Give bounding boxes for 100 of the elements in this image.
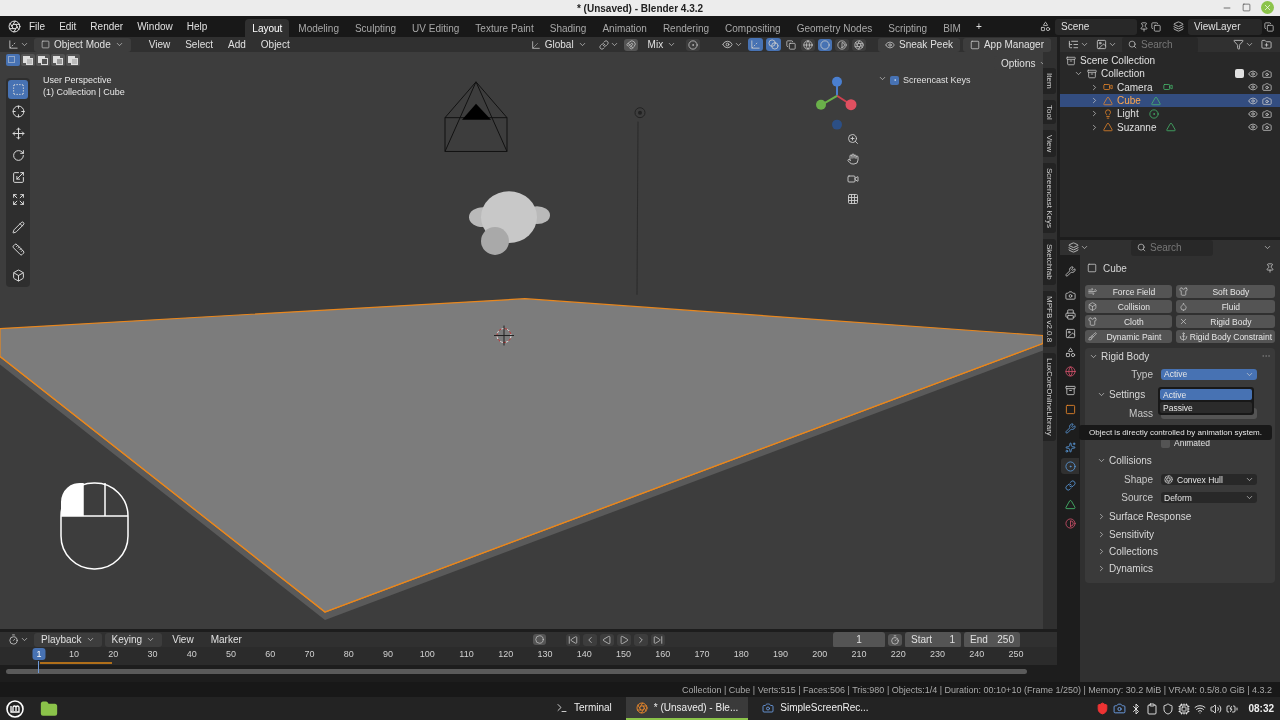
sidebar-tab[interactable]: View xyxy=(1043,130,1056,158)
menu-item[interactable]: Select xyxy=(179,37,219,52)
physics-button[interactable]: Dynamic Paint xyxy=(1085,330,1172,343)
tree-item[interactable]: Scene Collection xyxy=(1080,55,1156,67)
view-layer-field[interactable]: ViewLayer xyxy=(1188,18,1262,35)
workspace-tab[interactable]: Modeling xyxy=(291,18,346,37)
playhead[interactable]: 1 xyxy=(32,648,46,660)
workspace-tab[interactable]: Rendering xyxy=(655,18,717,37)
frame-number: 190 xyxy=(773,649,788,659)
menu-option[interactable]: Passive xyxy=(1160,402,1252,413)
menu-item[interactable]: Keying xyxy=(104,632,163,647)
physics-button[interactable]: Soft Body xyxy=(1175,285,1275,298)
field-label: Shape xyxy=(1123,474,1153,485)
panel-header[interactable]: Rigid Body xyxy=(1089,350,1150,362)
tooltip: Object is directly controlled by animation system. xyxy=(1079,425,1272,440)
tree-item[interactable]: Light xyxy=(1117,108,1139,120)
frame-number: 20 xyxy=(108,649,119,659)
workspace-tab[interactable]: Layout xyxy=(245,18,290,37)
physics-button[interactable]: Force Field xyxy=(1085,285,1172,298)
field-label: Start xyxy=(911,634,933,645)
frame-number: 110 xyxy=(459,649,474,659)
orientation-dropdown[interactable]: Global xyxy=(523,37,594,52)
taskbar-button[interactable]: * (Unsaved) - Ble... xyxy=(625,697,749,720)
tree-row[interactable]: Cube xyxy=(1060,93,1280,108)
workspace-tab[interactable]: Shading xyxy=(542,18,594,37)
frame-number: 180 xyxy=(733,649,749,659)
subpanel-header[interactable]: Sensitivity xyxy=(1097,529,1154,540)
workspace-tab[interactable]: Sculpting xyxy=(347,18,404,37)
tree-row[interactable]: Suzanne xyxy=(1060,120,1280,134)
field-value: 250 xyxy=(997,634,1014,645)
checkbox-label: Animated xyxy=(1174,438,1210,448)
sidebar-tab[interactable]: Sketchfab xyxy=(1043,239,1056,286)
tree-item[interactable]: Suzanne xyxy=(1117,121,1157,133)
menu-item[interactable]: Help xyxy=(180,19,214,34)
frame-number: 130 xyxy=(537,649,553,659)
physics-button[interactable]: Collision xyxy=(1085,300,1172,313)
workspace-tab[interactable]: Scripting xyxy=(881,18,935,37)
taskbar-button[interactable]: Terminal xyxy=(546,697,622,720)
sidebar-tab[interactable]: LuxCoreOnlineLibrary xyxy=(1043,353,1056,442)
mode-dropdown[interactable]: Object Mode xyxy=(34,37,131,52)
tree-item[interactable]: Camera xyxy=(1117,81,1153,93)
workspace-tab[interactable]: Texture Paint xyxy=(468,18,541,37)
header-button[interactable]: App Manager xyxy=(962,37,1051,52)
physics-button[interactable]: Cloth xyxy=(1085,315,1172,328)
menu-item[interactable]: Object xyxy=(254,37,296,52)
menu-item[interactable]: Playback xyxy=(34,632,102,647)
menu-item[interactable]: File xyxy=(23,19,52,34)
tree-item[interactable]: Collection xyxy=(1101,68,1145,80)
current-frame-field[interactable]: 1 xyxy=(833,631,885,648)
menu-item[interactable]: Add xyxy=(222,37,252,52)
subpanel-header[interactable]: Collisions xyxy=(1097,454,1152,466)
header-button[interactable]: Sneak Peek xyxy=(878,37,960,52)
clock[interactable]: 08:32 xyxy=(1248,703,1274,714)
menu-option[interactable]: Active xyxy=(1160,389,1252,400)
physics-button[interactable]: Rigid Body xyxy=(1175,315,1275,328)
sidebar-tab[interactable]: Item xyxy=(1043,68,1056,94)
field-value: 1 xyxy=(949,634,955,645)
add-workspace-button[interactable]: + xyxy=(969,19,988,34)
view-name: User Perspective xyxy=(43,74,113,86)
workspace-tab[interactable]: BIM xyxy=(936,18,968,37)
window-title: * (Unsaved) - Blender 4.3.2 xyxy=(576,2,704,14)
shape-dropdown[interactable]: Convex Hull xyxy=(1161,474,1257,485)
tree-row[interactable]: Camera xyxy=(1060,80,1280,94)
subpanel-header[interactable]: Settings xyxy=(1097,388,1146,400)
field-label: Source xyxy=(1120,492,1153,503)
workspace-tab[interactable]: UV Editing xyxy=(405,18,467,37)
sidebar-tab[interactable]: Screencast Keys xyxy=(1043,163,1056,234)
subpanel-header[interactable]: Surface Response xyxy=(1097,510,1192,522)
physics-button[interactable]: Fluid xyxy=(1175,300,1275,313)
physics-button[interactable]: Rigid Body Constraint xyxy=(1175,330,1275,343)
start-frame-field[interactable]: Start 1 xyxy=(905,631,961,648)
end-frame-field[interactable]: End 250 xyxy=(964,631,1020,648)
sidebar-tab[interactable]: MPFB v2.0.8 xyxy=(1043,291,1056,348)
frame-number: 140 xyxy=(576,649,592,659)
sidebar-tab[interactable]: Tool xyxy=(1043,99,1056,125)
frame-number: 240 xyxy=(969,649,985,659)
frame-number: 150 xyxy=(616,649,631,659)
snap-target-dropdown[interactable]: Mix xyxy=(640,37,684,52)
workspace-tab[interactable]: Geometry Nodes xyxy=(789,18,880,37)
frame-number: 170 xyxy=(694,649,710,659)
scene-field[interactable]: Scene xyxy=(1055,18,1137,35)
menu-item[interactable]: Edit xyxy=(53,19,83,34)
workspace-tab[interactable]: Compositing xyxy=(718,18,788,37)
frame-number: 90 xyxy=(383,649,393,659)
frame-number: 100 xyxy=(419,649,435,659)
tree-row[interactable]: Light xyxy=(1060,107,1280,121)
menu-item[interactable]: View xyxy=(142,37,177,52)
subpanel-header[interactable]: Collections xyxy=(1097,546,1158,557)
taskbar-button[interactable]: SimpleScreenRec... xyxy=(752,697,879,720)
menu-item[interactable]: Render xyxy=(84,19,130,34)
menu-item[interactable]: Window xyxy=(131,19,179,34)
type-dropdown[interactable]: Active xyxy=(1161,368,1257,380)
subpanel-header[interactable]: Dynamics xyxy=(1097,563,1153,574)
menu-item[interactable]: Marker xyxy=(203,632,249,647)
menu-item[interactable]: View xyxy=(165,632,201,647)
workspace-tab[interactable]: Animation xyxy=(595,18,654,37)
field-label: End xyxy=(970,634,988,645)
source-dropdown[interactable]: Deform xyxy=(1161,492,1257,503)
tree-item[interactable]: Cube xyxy=(1117,95,1141,107)
frame-number: 70 xyxy=(304,649,315,659)
